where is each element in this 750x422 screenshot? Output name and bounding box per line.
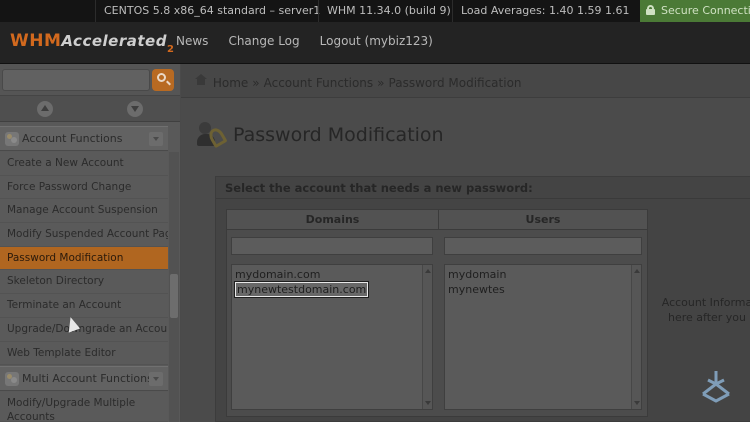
password-key-icon <box>197 122 228 149</box>
secure-label: Secure Connecti <box>661 4 750 17</box>
group-label: Account Functions <box>22 132 123 145</box>
secure-connection-badge[interactable]: Secure Connecti <box>640 0 750 22</box>
watermark-logo-icon <box>702 371 730 403</box>
sidebar-item-password-modification[interactable]: Password Modification <box>0 246 168 271</box>
users-filter-input[interactable] <box>444 237 642 255</box>
domain-option-label: mynewtestdomain.com <box>233 281 370 298</box>
multi-account-icon <box>5 372 19 386</box>
lock-icon <box>646 5 655 15</box>
status-strip: CENTOS 5.8 x86_64 standard – server1 WHM… <box>0 0 750 22</box>
account-functions-list: Create a New Account Force Password Chan… <box>0 152 168 366</box>
whm-logo[interactable]: WHMAccelerated2 <box>10 31 174 55</box>
domains-header: Domains <box>227 210 439 230</box>
page-title: Password Modification <box>233 124 444 146</box>
sidebar-search-bar <box>0 64 180 96</box>
user-option-label: mynewtes <box>448 283 505 296</box>
breadcrumb-home[interactable]: Home <box>213 76 248 90</box>
info-line: here after you <box>667 311 746 324</box>
account-info-placeholder: Account Informa here after you <box>652 295 750 325</box>
scroll-down-button[interactable] <box>127 101 143 117</box>
search-button[interactable] <box>152 69 174 91</box>
sidebar-item-force-password-change[interactable]: Force Password Change <box>0 175 168 200</box>
whm-version: WHM 11.34.0 (build 9) <box>318 0 459 22</box>
sidebar-item-web-template-editor[interactable]: Web Template Editor <box>0 341 168 366</box>
account-select-panel: Select the account that needs a new pass… <box>215 176 750 422</box>
user-option[interactable]: mydomain <box>445 267 506 282</box>
sidebar-search-input[interactable] <box>2 69 150 91</box>
domain-option-selected[interactable]: mynewtestdomain.com <box>232 281 370 298</box>
info-line: Account Informa <box>661 296 750 309</box>
nav-changelog-link[interactable]: Change Log <box>218 22 309 64</box>
account-functions-icon <box>5 132 19 146</box>
chevron-down-icon[interactable] <box>149 372 163 386</box>
sidebar-item-terminate-account[interactable]: Terminate an Account <box>0 294 168 318</box>
users-list-scrollbar[interactable] <box>631 265 641 409</box>
nav-logout-link[interactable]: Logout (mybiz123) <box>310 22 443 64</box>
breadcrumb-separator: » <box>252 76 260 90</box>
top-navigation: News Change Log Logout (mybiz123) <box>166 22 443 64</box>
domain-option-label: mydomain.com <box>235 268 321 281</box>
breadcrumb-current: Password Modification <box>388 76 522 90</box>
logo-whm-text: WHM <box>10 31 62 51</box>
user-option[interactable]: mynewtes <box>445 282 506 297</box>
group-account-functions[interactable]: Account Functions <box>0 126 168 151</box>
domains-list-scrollbar[interactable] <box>422 265 432 409</box>
user-option-label: mydomain <box>448 268 507 281</box>
group-label: Multi Account Functions <box>22 372 153 385</box>
os-info: CENTOS 5.8 x86_64 standard – server1 <box>95 0 328 22</box>
breadcrumb-section[interactable]: Account Functions <box>264 76 374 90</box>
scrollbar-thumb[interactable] <box>170 274 178 318</box>
sidebar-item-modify-upgrade-multiple[interactable]: Modify/Upgrade Multiple Accounts <box>0 392 168 422</box>
sidebar: Account Functions Create a New Account F… <box>0 64 180 422</box>
domains-list[interactable]: mydomain.com mynewtestdomain.com <box>231 264 433 410</box>
main-content: Home» Account Functions» Password Modifica… <box>181 64 750 422</box>
domain-option[interactable]: mydomain.com <box>232 267 368 282</box>
logo-accelerated-text: Accelerated <box>61 32 167 50</box>
group-multi-account-functions[interactable]: Multi Account Functions <box>0 366 168 391</box>
users-header: Users <box>439 210 647 230</box>
app-header: WHMAccelerated2 News Change Log Logout (… <box>0 22 750 64</box>
sidebar-scroll-controls <box>0 96 180 122</box>
domains-filter-input[interactable] <box>231 237 433 255</box>
load-averages: Load Averages: 1.40 1.59 1.61 <box>452 0 637 22</box>
search-icon <box>157 73 166 82</box>
scroll-up-button[interactable] <box>37 101 53 117</box>
sidebar-item-manage-suspension[interactable]: Manage Account Suspension <box>0 199 168 224</box>
sidebar-item-modify-suspended-page[interactable]: Modify Suspended Account Page <box>0 223 168 247</box>
sidebar-item-upgrade-downgrade[interactable]: Upgrade/Downgrade an Account <box>0 317 168 342</box>
chevron-down-icon[interactable] <box>149 132 163 146</box>
breadcrumb: Home» Account Functions» Password Modifica… <box>181 64 750 98</box>
multi-account-list: Modify/Upgrade Multiple Accounts <box>0 392 168 422</box>
users-list[interactable]: mydomain mynewtes <box>444 264 642 410</box>
sidebar-item-create-account[interactable]: Create a New Account <box>0 152 168 176</box>
breadcrumb-separator: » <box>377 76 385 90</box>
sidebar-item-skeleton-directory[interactable]: Skeleton Directory <box>0 270 168 295</box>
account-picker: Domains Users mydomain.com mynewtestdoma… <box>226 209 648 417</box>
nav-news-link[interactable]: News <box>166 22 218 64</box>
home-icon <box>195 74 207 87</box>
sidebar-scrollbar[interactable] <box>169 152 179 422</box>
panel-heading: Select the account that needs a new pass… <box>216 177 750 199</box>
